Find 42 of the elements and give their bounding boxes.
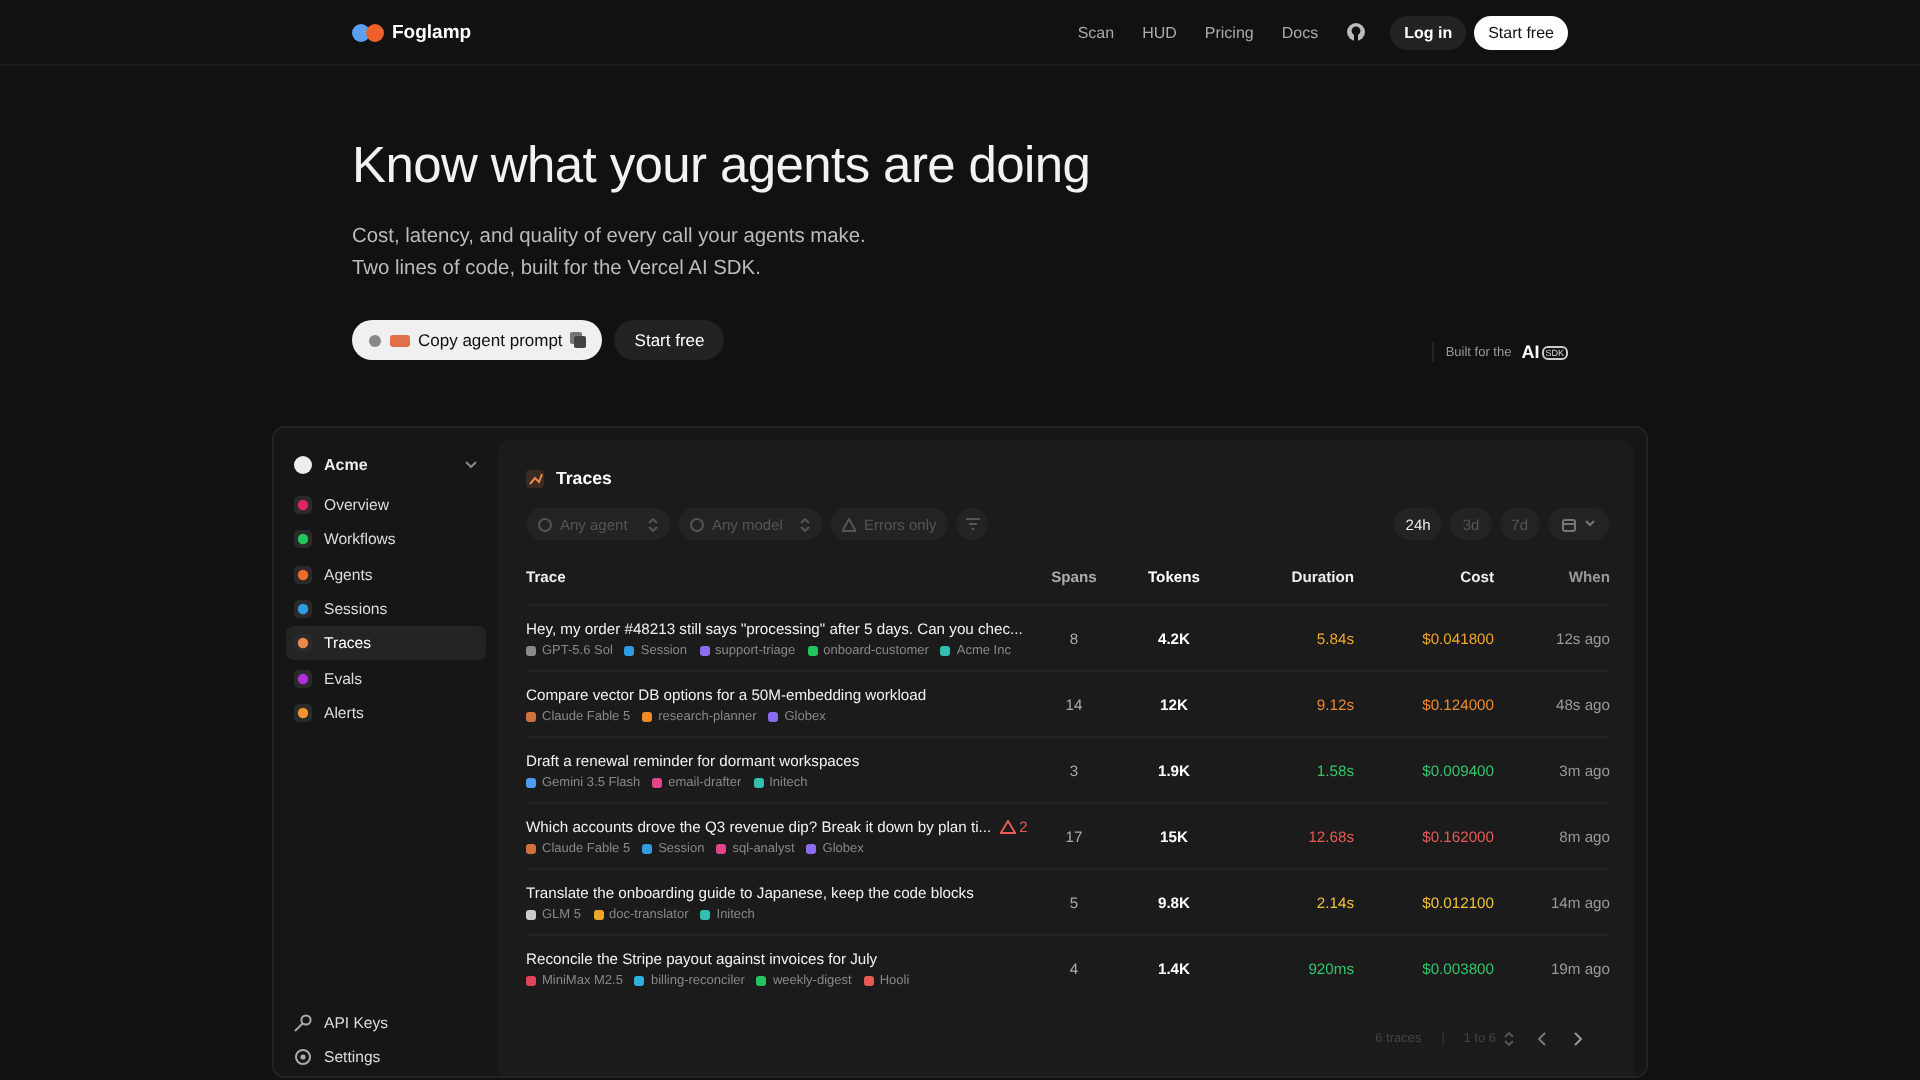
start-free-button[interactable]: Start free <box>614 320 725 360</box>
sort-icon <box>648 517 658 531</box>
chart-icon <box>526 469 544 487</box>
calendar-icon <box>1562 517 1576 531</box>
logo-icon <box>352 23 384 41</box>
circle-icon <box>538 517 552 531</box>
previous-page-button[interactable] <box>1534 1028 1550 1050</box>
nav-link[interactable]: HUD <box>1142 23 1177 41</box>
section-title: Traces <box>556 468 612 488</box>
hero-subtitle: Cost, latency, and quality of every call your agents make. Two lines of code, built for the Vercel AI SDK. <box>352 224 868 284</box>
nav-link[interactable]: Docs <box>1281 23 1319 41</box>
sort-icon <box>1504 1032 1514 1046</box>
github-icon <box>1346 22 1367 42</box>
nav-link[interactable]: Pricing <box>1204 23 1254 41</box>
nav-link[interactable]: Scan <box>1077 23 1115 41</box>
dot-icon <box>294 634 312 653</box>
hero-title: Know what your agents are doing <box>352 138 1093 196</box>
copy-prompt-button[interactable]: Copy agent prompt <box>352 320 603 360</box>
dot-icon <box>294 600 312 619</box>
workspace-switcher[interactable]: Acme <box>286 448 486 480</box>
dot-icon <box>294 703 312 722</box>
sort-icon <box>800 517 810 531</box>
copy-icon <box>570 332 587 348</box>
filter-icon <box>965 518 980 530</box>
dot-icon <box>294 669 312 688</box>
circle-icon <box>690 517 704 531</box>
next-page-button[interactable] <box>1570 1028 1586 1050</box>
warning-icon <box>842 517 856 531</box>
chevron-left-icon <box>1538 1032 1546 1046</box>
brand-name: Foglamp <box>392 21 472 43</box>
date-picker-button[interactable] <box>1548 508 1610 540</box>
sdk-logo: AI <box>1521 342 1540 362</box>
chevron-down-icon <box>1584 520 1596 528</box>
warning-icon <box>999 819 1016 833</box>
chevron-right-icon <box>1574 1032 1582 1046</box>
chevron-down-icon <box>464 459 478 469</box>
start-free-button[interactable]: Start free <box>1474 15 1568 49</box>
filter-button[interactable] <box>956 508 989 540</box>
dot-icon <box>294 496 312 515</box>
dot-icon <box>294 530 312 549</box>
dot-icon <box>294 565 312 584</box>
login-button[interactable]: Log in <box>1390 15 1467 49</box>
